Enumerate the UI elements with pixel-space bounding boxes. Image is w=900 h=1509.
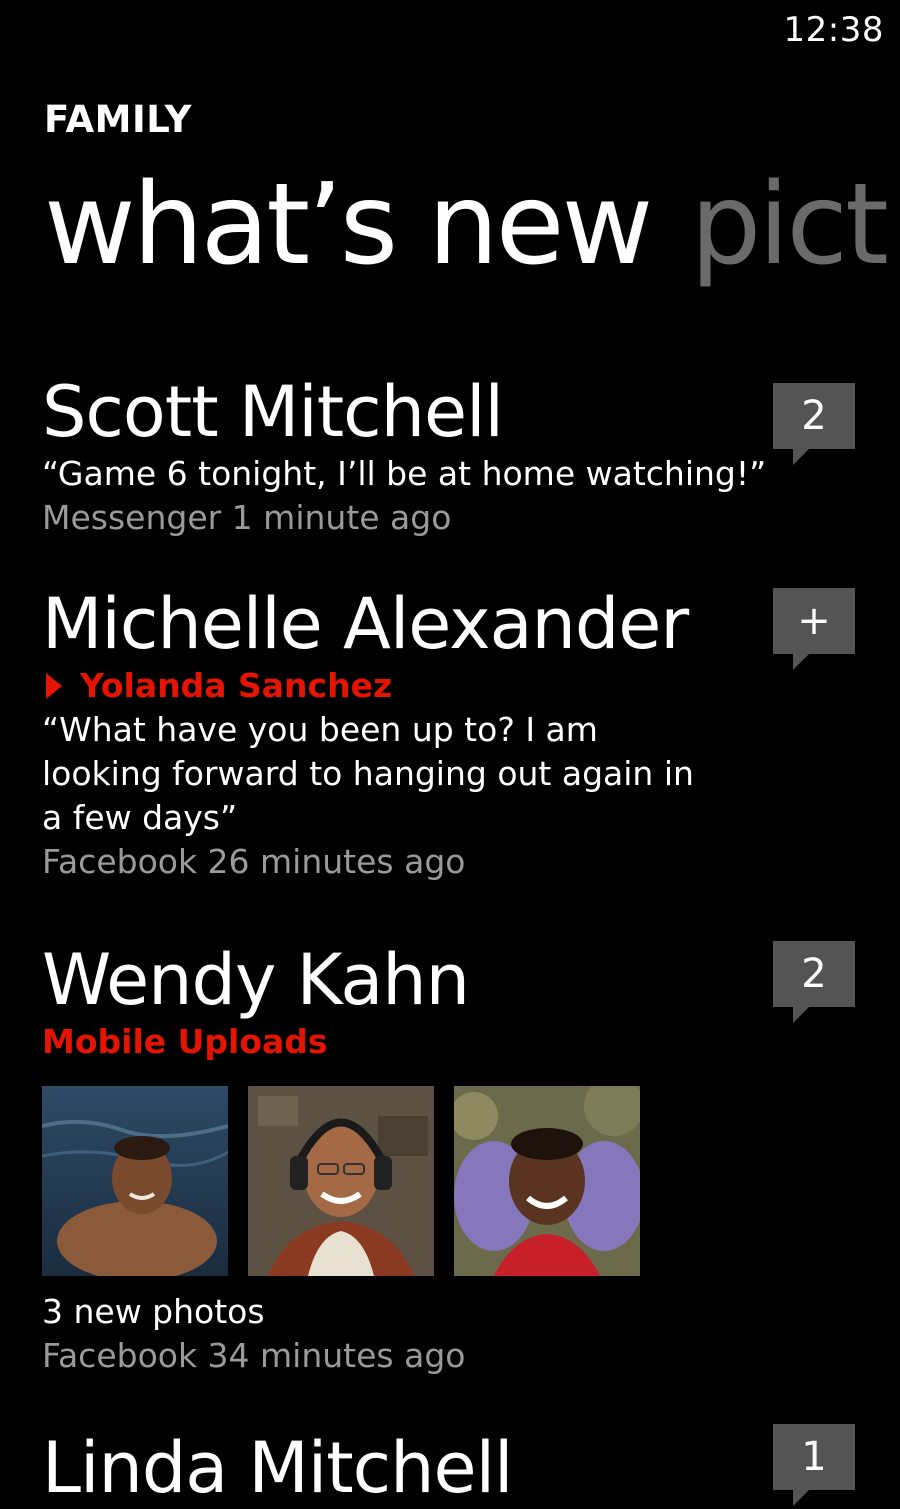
status-meta: Messenger 1 minute ago: [42, 498, 452, 537]
status-message: “Game 6 tonight, I’ll be at home watchin…: [42, 454, 767, 493]
recipient-name[interactable]: Yolanda Sanchez: [80, 664, 392, 708]
album-name[interactable]: Mobile Uploads: [42, 1020, 872, 1064]
feed-item-linda[interactable]: Linda Mitchell: [42, 1428, 872, 1508]
photo-strip: [42, 1086, 872, 1276]
recipient-row: Yolanda Sanchez: [42, 664, 872, 708]
contact-name: Michelle Alexander: [42, 583, 689, 665]
feed-item-scott[interactable]: Scott Mitchell “Game 6 tonight, I’ll be …: [42, 372, 872, 540]
pivot-tab-whats-new[interactable]: what’s new: [44, 160, 653, 290]
app-title: FAMILY: [44, 98, 192, 141]
add-comment-badge[interactable]: +: [773, 588, 855, 670]
contact-name: Wendy Kahn: [42, 939, 470, 1021]
arrow-right-icon: [46, 673, 62, 699]
comment-count-badge[interactable]: 1: [773, 1424, 855, 1506]
photo-thumbnail[interactable]: [454, 1086, 640, 1276]
pivot-header: what’s new pict: [44, 150, 889, 300]
status-time: 12:38: [783, 10, 884, 50]
comment-count-badge[interactable]: 2: [773, 383, 855, 465]
photo-thumbnail[interactable]: [42, 1086, 228, 1276]
contact-name: Linda Mitchell: [42, 1427, 514, 1509]
photo-thumbnail[interactable]: [248, 1086, 434, 1276]
status-message: “What have you been up to? I am looking …: [42, 710, 694, 837]
photo-count: 3 new photos: [42, 1292, 265, 1331]
comment-count-badge[interactable]: 2: [773, 941, 855, 1023]
contact-name: Scott Mitchell: [42, 371, 504, 453]
status-meta: Facebook 26 minutes ago: [42, 842, 466, 881]
pivot-tab-pictures[interactable]: pict: [690, 160, 889, 290]
feed-item-michelle[interactable]: Michelle Alexander Yolanda Sanchez “What…: [42, 584, 872, 884]
status-meta: Facebook 34 minutes ago: [42, 1336, 466, 1375]
feed-item-wendy[interactable]: Wendy Kahn Mobile Uploads 3 new photos F…: [42, 940, 872, 1378]
